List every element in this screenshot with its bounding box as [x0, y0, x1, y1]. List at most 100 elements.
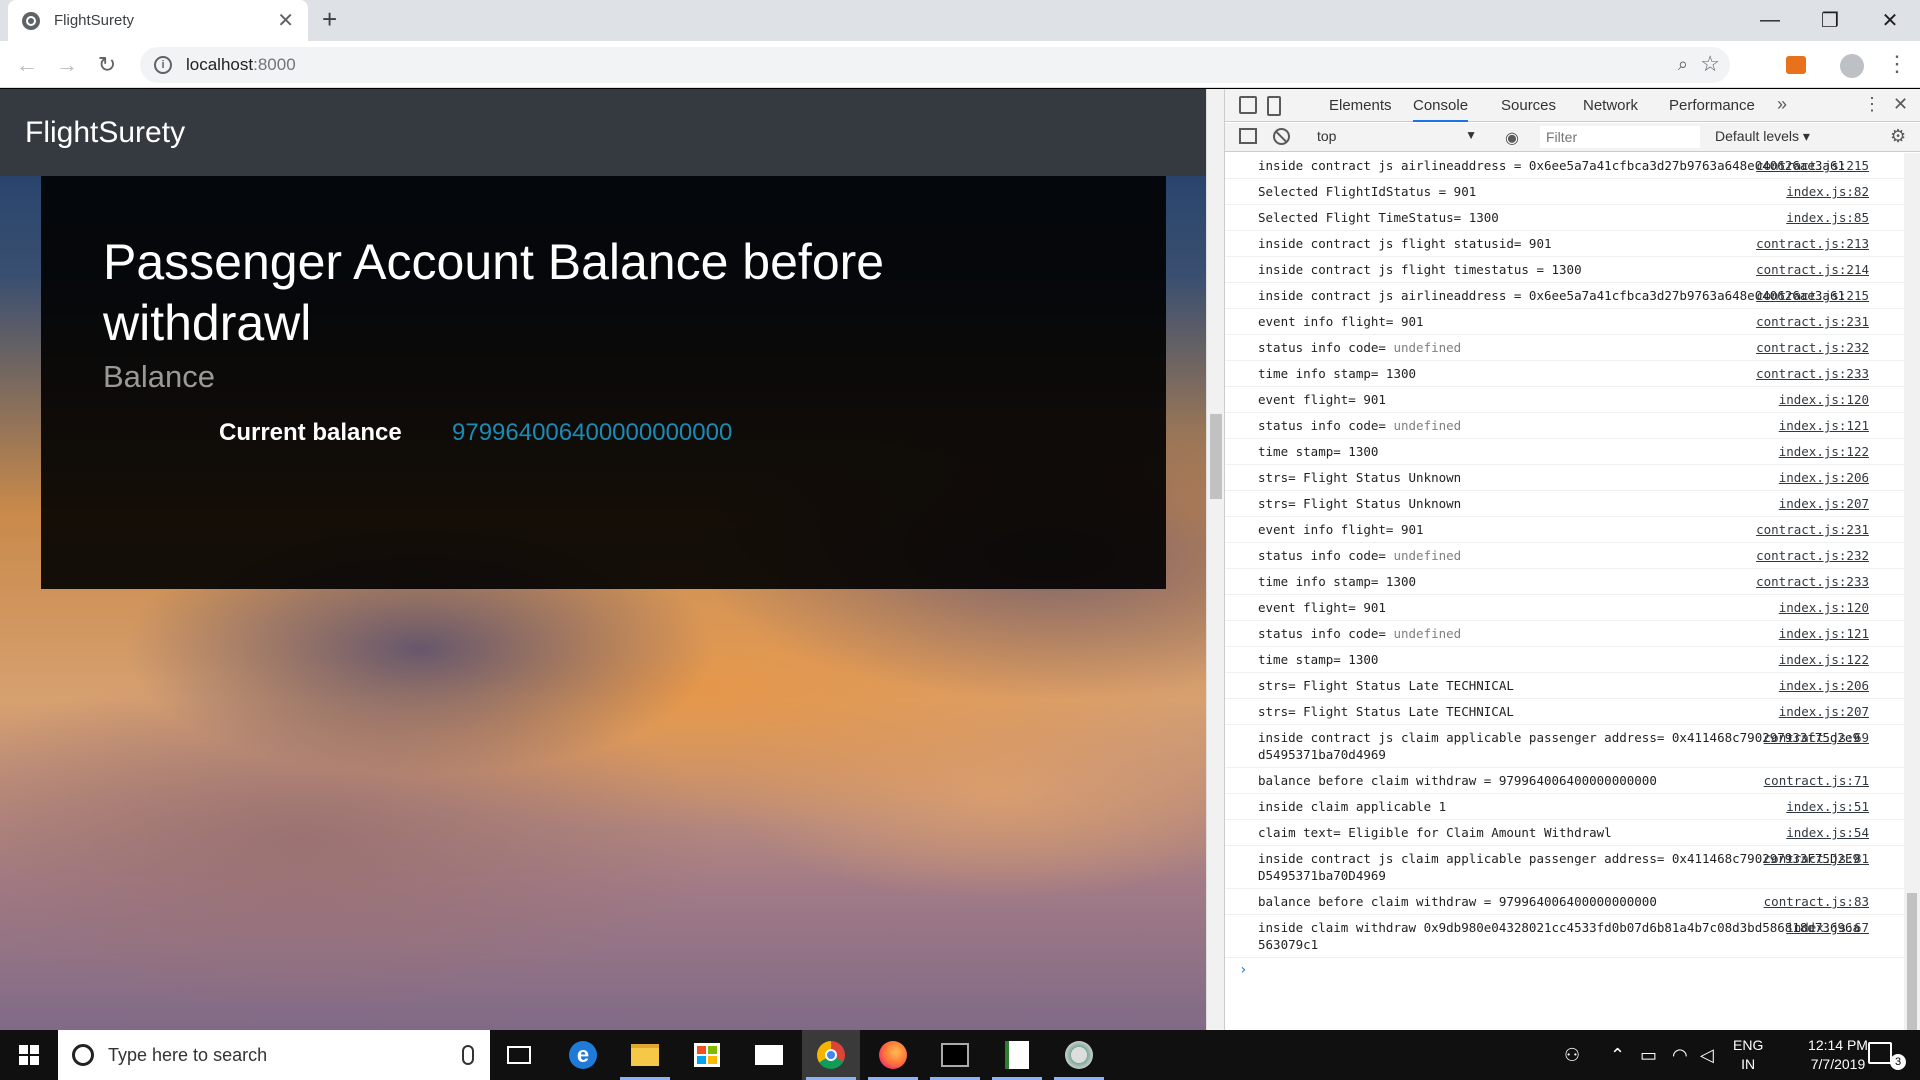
browser-tab[interactable]: FlightSurety ✕ — [8, 0, 308, 41]
console-source-link[interactable]: index.js:206 — [1779, 677, 1869, 694]
console-row: inside contract js airlineaddress = 0x6e… — [1225, 283, 1905, 309]
reload-icon[interactable]: ↻ — [92, 50, 122, 80]
new-tab-button[interactable]: + — [322, 4, 337, 35]
console-message: Selected FlightIdStatus = 901 — [1258, 183, 1861, 200]
clock[interactable]: 12:14 PM 7/7/2019 — [1808, 1036, 1868, 1074]
console-source-link[interactable]: contract.js:231 — [1756, 521, 1869, 538]
console-source-link[interactable]: contract.js:215 — [1756, 157, 1869, 174]
cortana-icon — [72, 1044, 94, 1066]
taskbar-store[interactable] — [678, 1030, 736, 1080]
region-code: IN — [1741, 1056, 1756, 1072]
close-window-button[interactable]: ✕ — [1860, 0, 1920, 41]
devtools-menu-icon[interactable]: ⋮ — [1863, 94, 1881, 115]
taskbar-edge[interactable]: e — [554, 1030, 612, 1080]
taskbar-mail[interactable] — [740, 1030, 798, 1080]
forward-arrow-icon[interactable]: → — [52, 50, 82, 80]
log-levels-dropdown[interactable]: Default levels ▾ — [1715, 128, 1810, 145]
console-sidebar-icon[interactable] — [1239, 128, 1257, 144]
microphone-icon[interactable] — [462, 1045, 474, 1065]
console-source-link[interactable]: index.js:121 — [1779, 417, 1869, 434]
console-source-link[interactable]: contract.js:232 — [1756, 339, 1869, 356]
console-filter-input[interactable] — [1540, 126, 1700, 148]
console-row: balance before claim withdraw = 97996400… — [1225, 889, 1905, 915]
console-source-link[interactable]: index.js:85 — [1786, 209, 1869, 226]
console-source-link[interactable]: index.js:67 — [1786, 919, 1869, 936]
console-source-link[interactable]: contract.js:231 — [1756, 313, 1869, 330]
tab-close-icon[interactable]: ✕ — [277, 8, 294, 33]
taskbar-file-explorer[interactable] — [616, 1030, 674, 1080]
action-center-icon[interactable] — [1868, 1042, 1892, 1064]
context-selector[interactable]: top ▼ — [1317, 128, 1477, 144]
console-source-link[interactable]: index.js:206 — [1779, 469, 1869, 486]
profile-avatar[interactable] — [1840, 54, 1864, 78]
console-prompt[interactable]: › — [1225, 958, 1905, 982]
console-source-link[interactable]: contract.js:232 — [1756, 547, 1869, 564]
address-bar[interactable]: i localhost:8000 ⌕ ☆ — [140, 47, 1730, 83]
brand-title[interactable]: FlightSurety — [25, 116, 185, 150]
people-icon[interactable]: ⚇ — [1564, 1030, 1580, 1080]
taskbar-chart-app[interactable] — [988, 1030, 1046, 1080]
console-scrollbar[interactable] — [1904, 153, 1920, 1038]
language-code: ENG — [1733, 1037, 1764, 1053]
taskbar-search[interactable]: Type here to search — [58, 1030, 490, 1080]
browser-menu-icon[interactable]: ⋮ — [1886, 51, 1908, 77]
console-source-link[interactable]: contract.js:69 — [1764, 729, 1869, 746]
console-source-link[interactable]: contract.js:233 — [1756, 365, 1869, 382]
console-row: event info flight= 901 contract.js:231 — [1225, 517, 1905, 543]
console-source-link[interactable]: contract.js:214 — [1756, 261, 1869, 278]
taskbar-firefox[interactable] — [864, 1030, 922, 1080]
console-source-link[interactable]: index.js:51 — [1786, 798, 1869, 815]
console-source-link[interactable]: contract.js:213 — [1756, 235, 1869, 252]
console-scrollbar-thumb[interactable] — [1907, 893, 1917, 1038]
console-source-link[interactable]: index.js:120 — [1779, 599, 1869, 616]
tab-sources[interactable]: Sources — [1501, 89, 1556, 122]
devtools-close-icon[interactable]: ✕ — [1893, 94, 1908, 115]
inspect-element-icon[interactable] — [1239, 96, 1257, 114]
console-source-link[interactable]: contract.js:83 — [1764, 893, 1869, 910]
minimize-button[interactable]: — — [1740, 0, 1800, 41]
console-row: Selected FlightIdStatus = 901 index.js:82 — [1225, 179, 1905, 205]
live-expression-eye-icon[interactable]: ◉ — [1505, 128, 1519, 148]
console-source-link[interactable]: index.js:207 — [1779, 703, 1869, 720]
console-message-text: time stamp= 1300 — [1258, 444, 1379, 459]
task-view-button[interactable] — [490, 1030, 548, 1080]
console-source-link[interactable]: index.js:122 — [1779, 443, 1869, 460]
device-toolbar-icon[interactable] — [1267, 96, 1281, 116]
restore-button[interactable]: ❐ — [1800, 0, 1860, 41]
console-source-link[interactable]: contract.js:233 — [1756, 573, 1869, 590]
show-hidden-icons-chevron-icon[interactable]: ⌃ — [1610, 1030, 1625, 1080]
console-source-link[interactable]: index.js:121 — [1779, 625, 1869, 642]
tab-network[interactable]: Network — [1583, 89, 1638, 122]
clear-console-icon[interactable] — [1273, 128, 1290, 145]
page-scrollbar-thumb[interactable] — [1210, 414, 1222, 499]
console-source-link[interactable]: index.js:82 — [1786, 183, 1869, 200]
bookmark-star-icon[interactable]: ☆ — [1700, 51, 1720, 77]
console-row: status info code= undefined contract.js:2… — [1225, 543, 1905, 569]
console-source-link[interactable]: index.js:207 — [1779, 495, 1869, 512]
console-source-link[interactable]: index.js:120 — [1779, 391, 1869, 408]
volume-icon[interactable]: ◁ — [1700, 1030, 1714, 1080]
zoom-icon[interactable]: ⌕ — [1678, 54, 1688, 75]
taskbar-chrome[interactable] — [802, 1030, 860, 1080]
console-settings-gear-icon[interactable]: ⚙ — [1890, 126, 1906, 147]
console-source-link[interactable]: index.js:54 — [1786, 824, 1869, 841]
info-icon[interactable]: i — [154, 56, 172, 74]
back-arrow-icon[interactable]: ← — [12, 50, 42, 80]
metamask-extension-icon[interactable] — [1786, 56, 1806, 74]
taskbar-terminal[interactable] — [926, 1030, 984, 1080]
taskbar-paint[interactable] — [1050, 1030, 1108, 1080]
tab-console[interactable]: Console — [1413, 89, 1469, 122]
more-tabs-icon[interactable]: » — [1777, 94, 1787, 115]
wifi-icon[interactable]: ◠ — [1672, 1030, 1688, 1080]
chrome-icon — [817, 1041, 845, 1069]
tab-performance[interactable]: Performance — [1669, 89, 1755, 122]
language-indicator[interactable]: ENG IN — [1733, 1036, 1763, 1074]
battery-icon[interactable]: ▭ — [1640, 1030, 1657, 1080]
console-source-link[interactable]: contract.js:71 — [1764, 772, 1869, 789]
start-button[interactable] — [0, 1030, 58, 1080]
tab-elements[interactable]: Elements — [1329, 89, 1392, 122]
console-source-link[interactable]: index.js:122 — [1779, 651, 1869, 668]
console-source-link[interactable]: contract.js:81 — [1764, 850, 1869, 867]
console-source-link[interactable]: contract.js:215 — [1756, 287, 1869, 304]
page-scrollbar[interactable] — [1206, 89, 1224, 1030]
